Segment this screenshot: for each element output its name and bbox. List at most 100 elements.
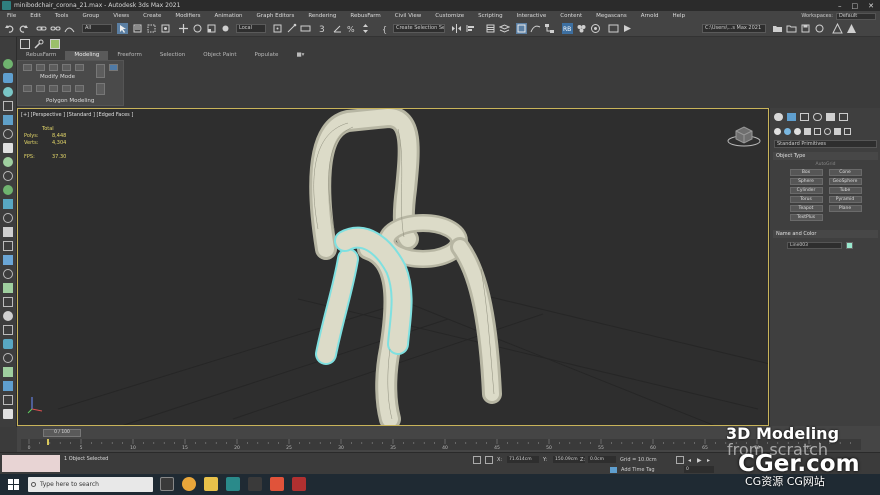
select-by-name-icon[interactable] (132, 23, 143, 34)
reference-coord-dropdown[interactable]: Local (236, 24, 266, 33)
align-icon[interactable] (465, 23, 476, 34)
tab-selection[interactable]: Selection (151, 51, 194, 60)
menu-graph-editors[interactable]: Graph Editors (250, 13, 302, 19)
bind-space-warp-icon[interactable] (64, 23, 75, 34)
grid-icon[interactable] (20, 39, 30, 49)
primitives-dropdown[interactable]: Standard Primitives (774, 140, 877, 148)
angle-snap-icon[interactable] (332, 23, 343, 34)
keyframe-marker[interactable] (47, 439, 49, 445)
next-frame-icon[interactable]: ▸ (707, 457, 710, 464)
menu-rendering[interactable]: Rendering (301, 13, 343, 19)
helper-icon[interactable] (3, 283, 13, 293)
ribbon-options-icon[interactable]: ■▾ (287, 51, 313, 60)
lock-selection-icon[interactable] (473, 456, 481, 464)
percent-snap-icon[interactable]: % (346, 23, 357, 34)
render-setup-icon[interactable] (590, 23, 601, 34)
rotate-icon[interactable] (192, 23, 203, 34)
modify-icon[interactable] (3, 73, 13, 83)
sphere-button[interactable]: Sphere (789, 178, 823, 185)
mirror-icon[interactable] (451, 23, 462, 34)
z-coord-field[interactable]: 0.0cm (588, 456, 616, 463)
edit-poly-icon[interactable] (3, 143, 13, 153)
brave-icon[interactable] (270, 477, 284, 491)
menu-animation[interactable]: Animation (208, 13, 250, 19)
tab-modeling[interactable]: Modeling (65, 51, 109, 60)
redo-icon[interactable] (18, 23, 29, 34)
close-button[interactable]: ✕ (868, 2, 874, 10)
perspective-viewport[interactable]: [+] [Perspective ] [Standard ] [Edged Fa… (17, 108, 769, 426)
pyramid-button[interactable]: Pyramid (828, 196, 862, 203)
menu-views[interactable]: Views (106, 13, 136, 19)
taskbar-search[interactable]: Type here to search (28, 477, 153, 492)
cylinder-button[interactable]: Cylinder (789, 187, 823, 194)
viewcube-icon[interactable] (727, 126, 761, 147)
menu-file[interactable]: File (0, 13, 23, 19)
minimize-button[interactable]: – (838, 2, 842, 10)
polygon-modeling-label[interactable]: Polygon Modeling (46, 98, 94, 104)
rect-selection-icon[interactable] (146, 23, 157, 34)
select-manipulate-icon[interactable] (286, 23, 297, 34)
play-icon[interactable]: ▶ (697, 457, 702, 464)
layer-icon[interactable] (3, 409, 13, 419)
pin-stack-button[interactable] (109, 64, 118, 71)
add-time-tag[interactable]: Add Time Tag (621, 467, 655, 473)
system-icon[interactable] (3, 311, 13, 321)
named-selection-dropdown[interactable]: Create Selection Se (393, 24, 445, 33)
display-tab-icon[interactable] (826, 113, 835, 121)
circle-tool-icon[interactable] (3, 171, 13, 181)
unlink-icon[interactable] (50, 23, 61, 34)
brush-icon[interactable] (3, 367, 13, 377)
ribbon-tool-2[interactable] (36, 85, 45, 92)
cameras-icon[interactable] (804, 128, 811, 135)
keyboard-shortcut-icon[interactable] (300, 23, 311, 34)
border-mode-button[interactable] (49, 64, 58, 71)
settings-icon[interactable] (3, 395, 13, 405)
layer-explorer-icon[interactable] (498, 23, 511, 34)
file-explorer-icon[interactable] (204, 477, 218, 491)
menu-modifiers[interactable]: Modifiers (168, 13, 207, 19)
spinner-snap-icon[interactable] (360, 23, 371, 34)
systems-icon[interactable] (834, 128, 841, 135)
material-editor-icon[interactable] (576, 23, 587, 34)
motion-tab-icon[interactable] (813, 113, 822, 121)
green-sphere-icon[interactable] (3, 185, 13, 195)
project-path-dropdown[interactable]: C:\Users\...s Max 2021 (702, 24, 766, 33)
camera-icon[interactable] (3, 255, 13, 265)
menu-content[interactable]: Content (553, 13, 589, 19)
3dsmax-taskbar-icon[interactable] (226, 477, 240, 491)
viewport-label[interactable]: [+] [Perspective ] [Standard ] [Edged Fa… (21, 112, 133, 118)
undo-icon[interactable] (4, 23, 15, 34)
space-warps-icon[interactable] (824, 128, 831, 135)
app-icon-5[interactable] (248, 477, 262, 491)
bucket-icon[interactable] (3, 381, 13, 391)
menu-rebusfarm[interactable]: RebusFarm (343, 13, 387, 19)
preview-button[interactable] (96, 64, 105, 78)
modify-tab-icon[interactable] (787, 113, 796, 121)
app-icon-7[interactable] (292, 477, 306, 491)
element-mode-button[interactable] (75, 64, 84, 71)
shapes-icon[interactable] (784, 128, 791, 135)
menu-civil-view[interactable]: Civil View (388, 13, 428, 19)
utilities-tab-icon[interactable] (839, 113, 848, 121)
shape-icon[interactable] (3, 325, 13, 335)
geosphere-button[interactable]: GeoSphere (828, 178, 862, 185)
edit-named-selection-icon[interactable]: { (380, 23, 391, 34)
save-project-icon[interactable] (800, 23, 811, 34)
transform-mode-icon[interactable] (485, 456, 493, 464)
pivot-icon[interactable] (272, 23, 283, 34)
tab-freeform[interactable]: Freeform (108, 51, 151, 60)
name-color-header[interactable]: Name and Color (773, 230, 878, 238)
lights-icon[interactable] (794, 128, 801, 135)
sphere-tool-icon[interactable] (3, 157, 13, 167)
object-type-header[interactable]: Object Type (773, 152, 878, 160)
workspace-dropdown[interactable]: Default (836, 12, 876, 20)
link-icon[interactable] (36, 23, 47, 34)
ribbon-tool-5[interactable] (75, 85, 84, 92)
torus-button[interactable]: Torus (789, 196, 823, 203)
schematic-view-icon[interactable] (544, 23, 555, 34)
ribbon-tool-4[interactable] (62, 85, 71, 92)
tab-rebusfarm[interactable]: RebusFarm (17, 51, 65, 60)
folder-icon[interactable] (772, 23, 783, 34)
asset-icon[interactable] (814, 23, 825, 34)
create-tab-icon[interactable] (774, 113, 783, 121)
